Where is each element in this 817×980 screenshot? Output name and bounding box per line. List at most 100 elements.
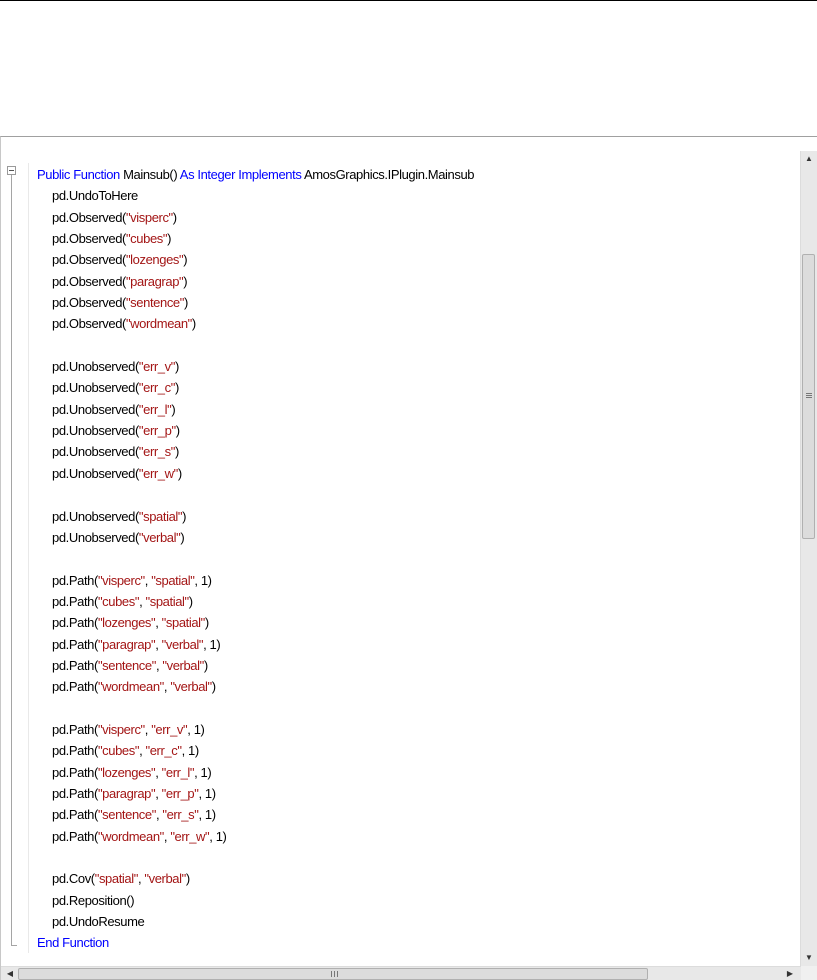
code-keyword: End Function (37, 935, 109, 951)
scroll-down-arrow[interactable]: ▼ (801, 950, 817, 966)
code-string: "wordmean" (125, 316, 192, 332)
code-text: , 1) (194, 572, 212, 588)
code-editor[interactable]: Public Function Mainsub() As Integer Imp… (0, 136, 817, 980)
code-line[interactable]: pd.Path("visperc", "err_v", 1) (37, 719, 474, 740)
code-string: "err_s" (162, 807, 199, 823)
grip-lines-icon (806, 395, 812, 396)
code-string: "spatial" (94, 871, 139, 887)
code-line[interactable]: pd.Path("cubes", "err_c", 1) (37, 740, 474, 761)
code-text: ) (204, 615, 209, 631)
outline-end (11, 945, 17, 946)
blank-line[interactable] (37, 548, 474, 569)
code-text: , 1) (194, 764, 212, 780)
blank-line[interactable] (37, 335, 474, 356)
code-string: "spatial" (138, 508, 183, 524)
code-text: pd.Unobserved( (52, 401, 139, 417)
code-text: ) (182, 508, 187, 524)
code-text: pd.Unobserved( (52, 380, 139, 396)
scroll-left-arrow[interactable]: ◀ (2, 967, 18, 980)
code-text: , 1) (198, 807, 216, 823)
scroll-up-arrow[interactable]: ▲ (801, 151, 817, 167)
grip-lines-icon (337, 971, 338, 977)
code-line[interactable]: pd.Path("paragrap", "err_p", 1) (37, 783, 474, 804)
horizontal-scrollbar[interactable]: ◀ ▶ (1, 966, 801, 980)
code-keyword: As Integer Implements (179, 167, 304, 182)
code-line[interactable]: pd.Unobserved("err_c") (37, 377, 474, 398)
code-line[interactable]: pd.Path("wordmean", "verbal") (37, 676, 474, 697)
code-text: ) (171, 401, 176, 417)
code-line[interactable]: pd.Unobserved("err_w") (37, 463, 474, 484)
code-line[interactable]: pd.Path("lozenges", "err_l", 1) (37, 762, 474, 783)
code-string: "verbal" (138, 529, 181, 545)
code-string: "wordmean" (97, 828, 164, 844)
code-line[interactable]: pd.Path("visperc", "spatial", 1) (37, 570, 474, 591)
code-line[interactable]: pd.Observed("visperc") (37, 207, 474, 228)
code-text: pd.Path( (52, 615, 98, 631)
code-line[interactable]: pd.Observed("paragrap") (37, 271, 474, 292)
code-string: "err_c" (138, 380, 175, 396)
code-line[interactable]: pd.UndoResume (37, 911, 474, 932)
code-text: pd.Path( (52, 572, 98, 588)
code-string: "verbal" (170, 679, 212, 695)
code-string: "err_l" (161, 764, 195, 780)
code-line[interactable]: pd.Unobserved("spatial") (37, 506, 474, 527)
code-string: "err_p" (138, 423, 176, 439)
code-text: pd.Observed( (52, 295, 126, 311)
code-line[interactable]: End Function (37, 932, 474, 953)
code-line[interactable]: pd.Unobserved("err_l") (37, 399, 474, 420)
code-text: pd.Path( (52, 721, 98, 737)
code-line[interactable]: pd.Cov("spatial", "verbal") (37, 868, 474, 889)
code-string: "lozenges" (97, 615, 156, 631)
code-string: "err_w" (170, 828, 210, 844)
code-text: pd.UndoResume (52, 914, 145, 930)
code-string: "cubes" (97, 743, 140, 759)
code-string: "sentence" (125, 295, 184, 311)
code-line[interactable]: Public Function Mainsub() As Integer Imp… (37, 164, 475, 185)
code-line[interactable]: pd.Path("sentence", "verbal") (37, 655, 474, 676)
code-line[interactable]: pd.Path("wordmean", "err_w", 1) (37, 826, 474, 847)
code-line[interactable]: pd.Path("cubes", "spatial") (37, 591, 474, 612)
blank-line[interactable] (37, 698, 474, 719)
code-string: "paragrap" (97, 785, 156, 801)
blank-line[interactable] (37, 484, 474, 505)
code-string: "err_p" (161, 785, 199, 801)
code-text: pd.Unobserved( (52, 508, 139, 524)
code-text: ) (203, 657, 208, 673)
code-string: "err_w" (138, 465, 178, 481)
vertical-scroll-thumb[interactable] (802, 254, 815, 539)
grip-lines-icon (331, 971, 332, 977)
code-line[interactable]: pd.Path("lozenges", "spatial") (37, 612, 474, 633)
code-line[interactable]: pd.Path("sentence", "err_s", 1) (37, 804, 474, 825)
code-line[interactable]: pd.UndoToHere (37, 185, 474, 206)
code-text: pd.Path( (52, 828, 98, 844)
code-line[interactable]: pd.Unobserved("err_s") (37, 441, 474, 462)
code-string: "wordmean" (97, 679, 164, 695)
code-text: ) (174, 359, 179, 375)
vertical-scrollbar[interactable]: ▲ ▼ (800, 151, 817, 966)
code-text: ) (183, 295, 188, 311)
code-line[interactable]: pd.Observed("cubes") (37, 228, 474, 249)
code-line[interactable]: pd.Observed("sentence") (37, 292, 474, 313)
code-string: "paragrap" (125, 273, 184, 289)
code-line[interactable]: pd.Observed("lozenges") (37, 249, 474, 270)
code-text: ) (191, 316, 196, 332)
code-line[interactable]: pd.Unobserved("err_v") (37, 356, 474, 377)
code-text: pd.Path( (52, 679, 98, 695)
blank-line[interactable] (37, 847, 474, 868)
horizontal-scroll-thumb[interactable] (18, 968, 648, 980)
code-text: ) (175, 423, 180, 439)
code-line[interactable]: pd.Reposition() (37, 890, 474, 911)
code-string: "sentence" (97, 807, 156, 823)
grip-lines-icon (334, 971, 335, 977)
scroll-right-arrow[interactable]: ▶ (782, 967, 798, 980)
code-line[interactable]: pd.Unobserved("err_p") (37, 420, 474, 441)
code-text: pd.Unobserved( (52, 423, 139, 439)
code-string: "verbal" (144, 871, 186, 887)
code-string: "visperc" (97, 721, 145, 737)
code-text: ) (174, 380, 179, 396)
code-string: "lozenges" (97, 764, 156, 780)
collapse-toggle-icon[interactable] (7, 166, 16, 175)
code-line[interactable]: pd.Unobserved("verbal") (37, 527, 474, 548)
code-line[interactable]: pd.Observed("wordmean") (37, 313, 474, 334)
code-line[interactable]: pd.Path("paragrap", "verbal", 1) (37, 634, 474, 655)
